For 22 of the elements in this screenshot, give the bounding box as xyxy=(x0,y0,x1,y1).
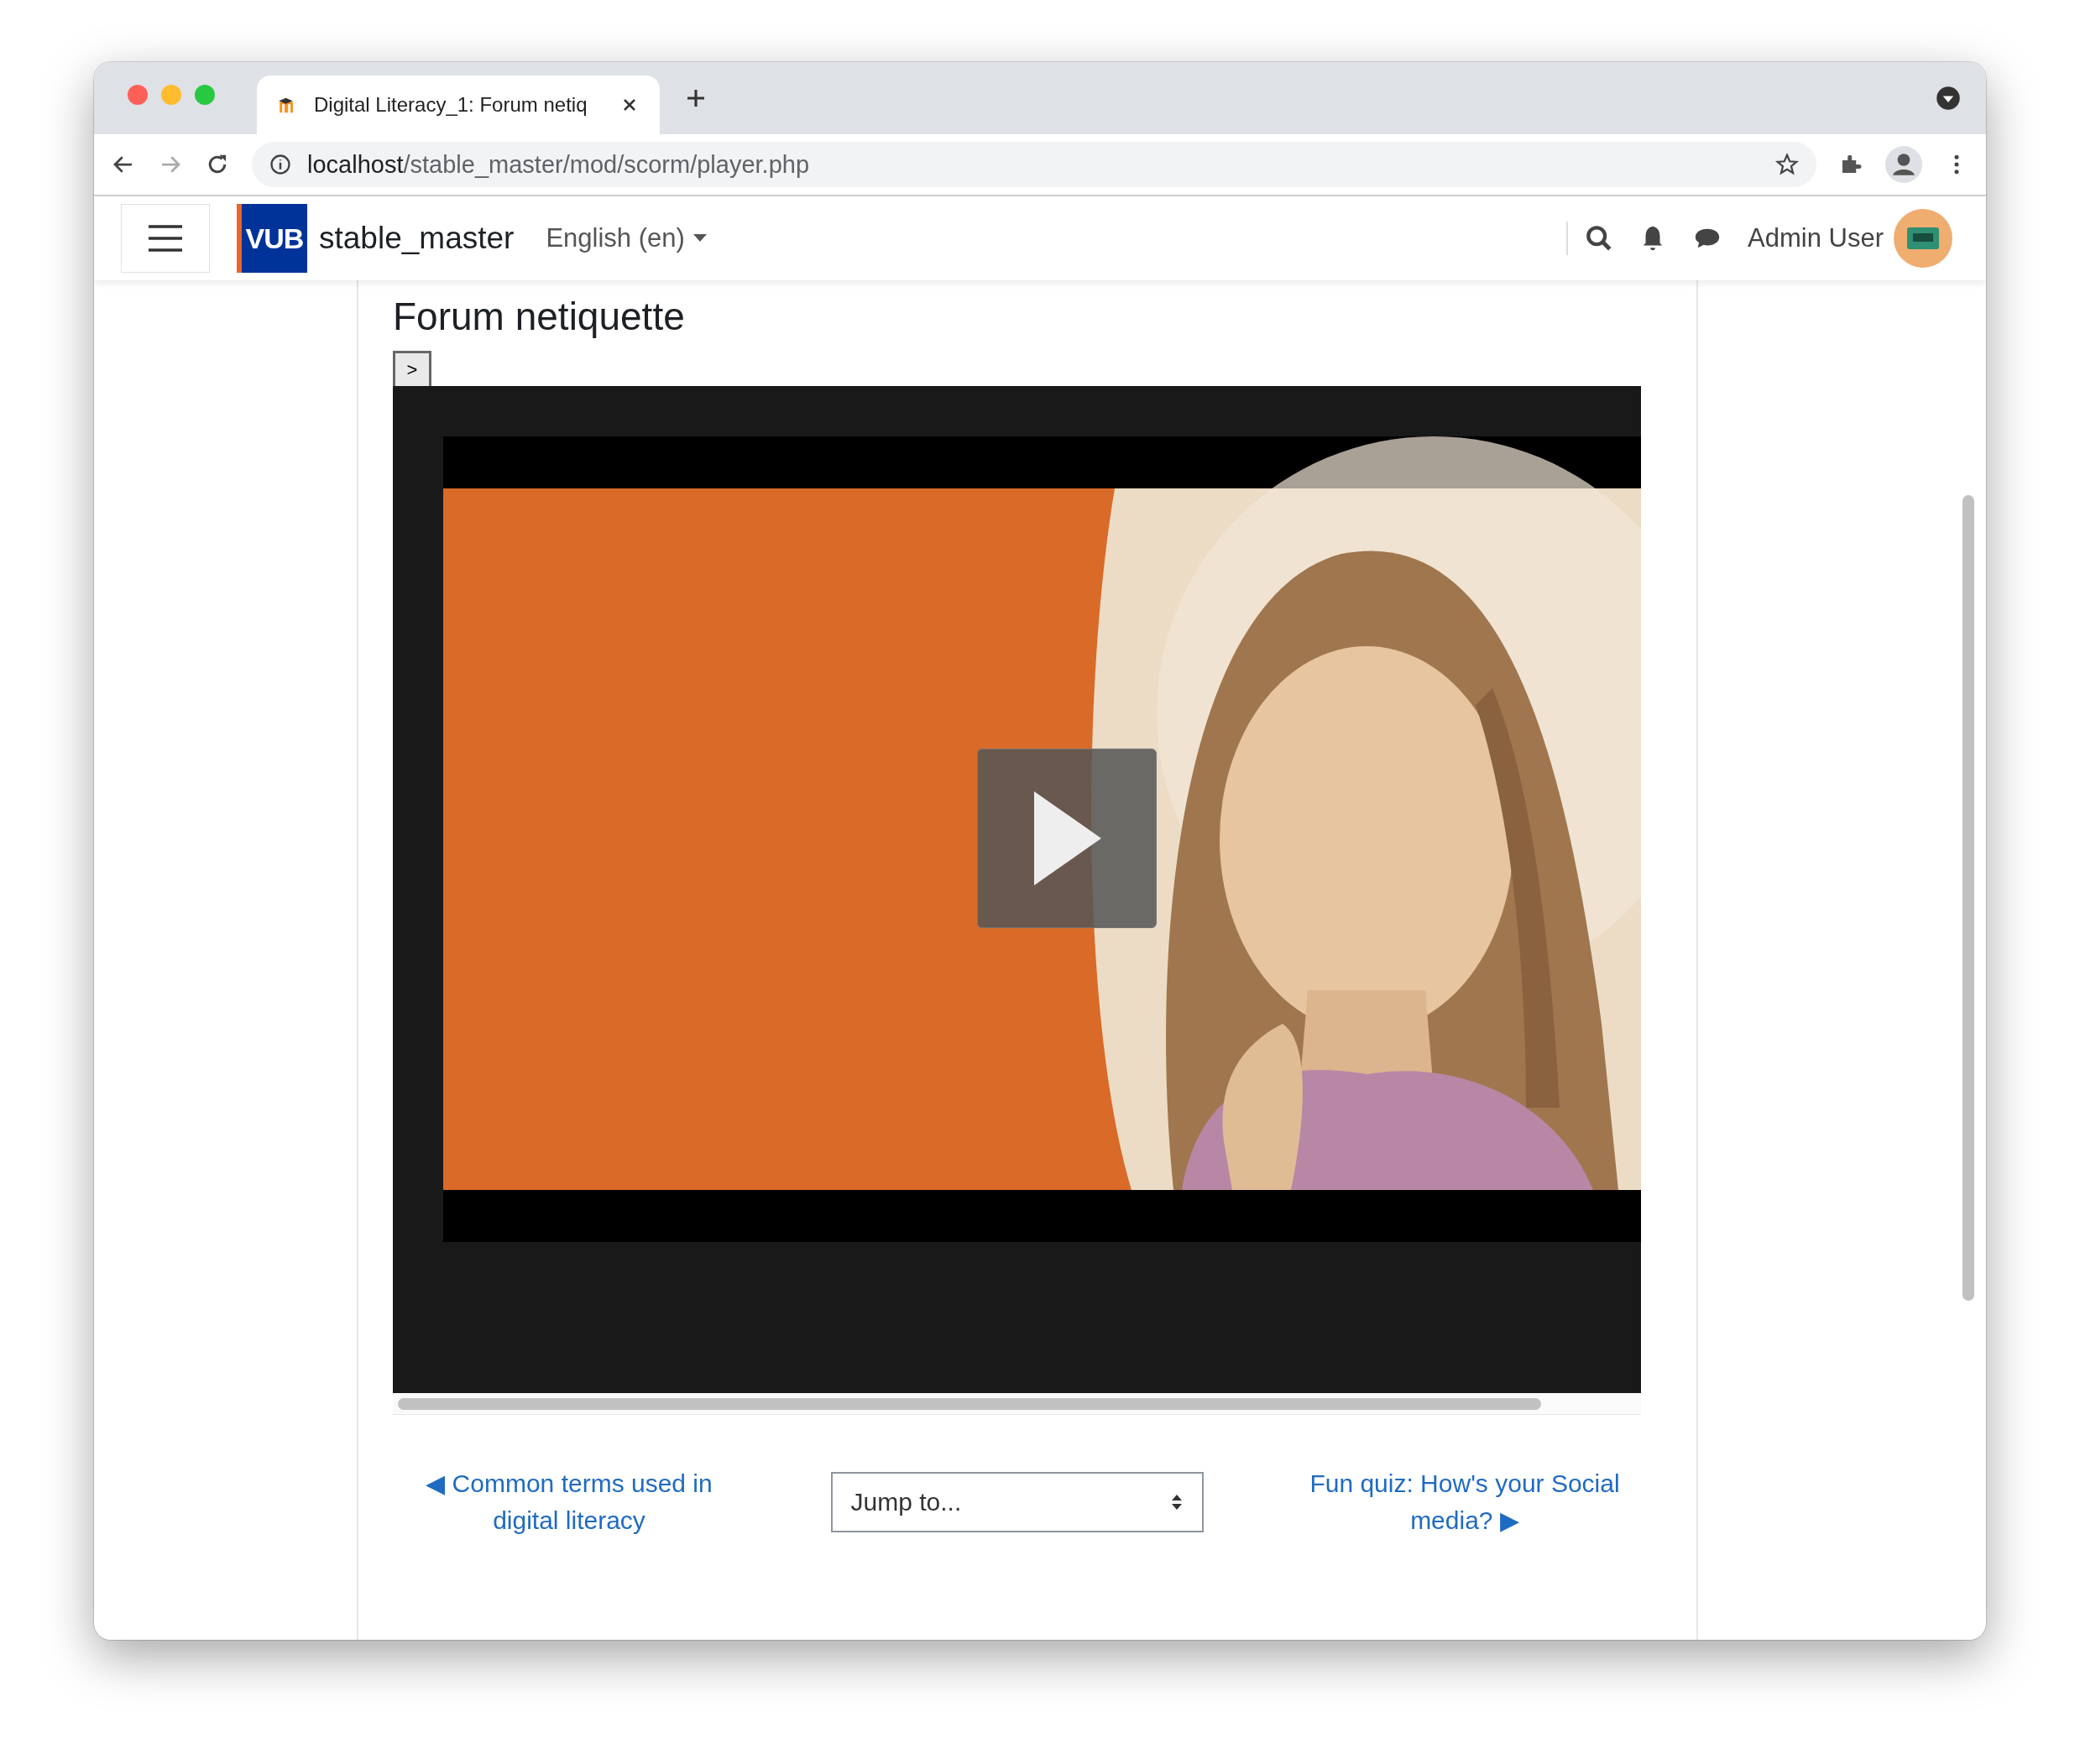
info-icon[interactable] xyxy=(269,153,292,176)
caret-icon xyxy=(692,234,707,243)
previous-activity-link[interactable]: ◀ Common terms used in digital literacy xyxy=(393,1465,745,1539)
url-text: localhost/stable_master/mod/scorm/player.php xyxy=(307,150,810,179)
logo[interactable]: VUB xyxy=(237,204,307,273)
star-icon[interactable] xyxy=(1774,152,1800,177)
browser-tab[interactable]: Digital Literacy_1: Forum netiq xyxy=(257,76,660,134)
site-name[interactable]: stable_master xyxy=(319,221,515,256)
next-activity-link[interactable]: Fun quiz: How's your Social media? ▶ xyxy=(1288,1465,1641,1539)
tab-search-icon[interactable] xyxy=(1936,86,1961,111)
language-menu[interactable]: English (en) xyxy=(546,223,707,253)
scrollbar-thumb[interactable] xyxy=(1962,495,1974,1301)
profile-icon[interactable] xyxy=(1885,146,1922,183)
user-name[interactable]: Admin User xyxy=(1748,223,1884,253)
page-heading: Forum netiquette xyxy=(393,294,686,339)
toc-toggle-button[interactable]: > xyxy=(393,351,431,386)
jump-to-select[interactable]: Jump to... xyxy=(830,1472,1204,1532)
address-bar[interactable]: localhost/stable_master/mod/scorm/player.php xyxy=(252,142,1816,187)
cassette-icon xyxy=(1906,227,1940,250)
scrollbar-thumb[interactable] xyxy=(398,1397,1541,1410)
play-button[interactable] xyxy=(977,749,1157,928)
menu-button[interactable] xyxy=(121,204,210,273)
